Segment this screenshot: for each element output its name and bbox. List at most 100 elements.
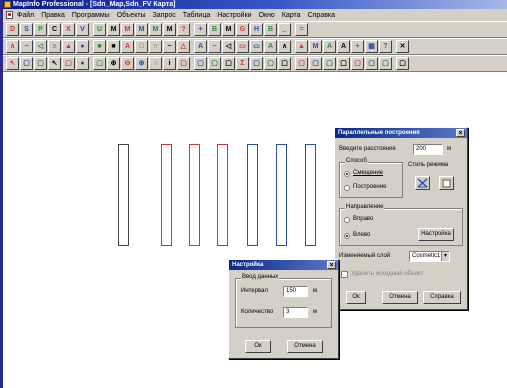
toolbar-button[interactable]: P (34, 23, 47, 36)
toolbar-button[interactable]: ⊕ (135, 57, 148, 70)
toolbar-button[interactable]: ↖ (48, 57, 61, 70)
toolbar-button[interactable]: ▢ (365, 57, 378, 70)
toolbar-button[interactable]: ● (76, 57, 89, 70)
map-rectangle[interactable] (189, 144, 200, 246)
toolbar-button[interactable]: ▢ (351, 57, 364, 70)
toolbar-button[interactable]: D (6, 23, 19, 36)
toolbar-button[interactable]: i (163, 57, 176, 70)
toolbar-button[interactable]: ▢ (323, 57, 336, 70)
toolbar-button[interactable]: A (337, 40, 350, 53)
toolbar-button[interactable]: ○ (149, 57, 162, 70)
interval-input[interactable]: 150 (283, 286, 308, 297)
count-input[interactable]: 3 (283, 307, 308, 318)
toolbar-button[interactable]: ~ (20, 40, 33, 53)
menu-window[interactable]: Окно (259, 12, 275, 19)
layer-select[interactable]: Cosmetic1 ▼ (409, 251, 450, 262)
construction-radio[interactable] (344, 185, 350, 191)
right-radio[interactable] (344, 217, 350, 223)
toolbar-button[interactable]: U (93, 23, 106, 36)
toolbar-button[interactable]: M (163, 23, 176, 36)
toolbar-button[interactable]: M (309, 40, 322, 53)
line-style-button[interactable] (415, 176, 430, 190)
menu-programs[interactable]: Программы (72, 12, 110, 19)
toolbar-button[interactable]: ▢ (194, 57, 207, 70)
offset-radio[interactable] (344, 171, 350, 177)
menu-table[interactable]: Таблица (183, 12, 210, 19)
toolbar-button[interactable]: □ (135, 40, 148, 53)
toolbar-button[interactable]: ▢ (93, 57, 106, 70)
toolbar-button[interactable]: ▢ (295, 57, 308, 70)
toolbar-button[interactable]: ▲ (295, 40, 308, 53)
toolbar-button[interactable]: = (295, 23, 308, 36)
toolbar-button[interactable]: ▲ (62, 40, 75, 53)
toolbar-button[interactable]: C (48, 23, 61, 36)
delete-source-checkbox[interactable] (341, 271, 348, 278)
toolbar-button[interactable]: A (323, 40, 336, 53)
toolbar-button[interactable]: ↖ (6, 57, 19, 70)
toolbar-button[interactable]: ~ (208, 40, 221, 53)
toolbar-button[interactable]: ▢ (379, 57, 392, 70)
toolbar-button[interactable]: ? (177, 23, 190, 36)
map-rectangle[interactable] (118, 144, 129, 246)
close-icon[interactable]: × (456, 129, 465, 137)
toolbar-button[interactable]: ▢ (309, 57, 322, 70)
toolbar-button[interactable]: X (62, 23, 75, 36)
toolbar-button[interactable]: ∧ (278, 40, 291, 53)
toolbar-button[interactable]: ? (379, 40, 392, 53)
toolbar-button[interactable]: ■ (93, 40, 106, 53)
toolbar-button[interactable]: ⊖ (121, 57, 134, 70)
direction-settings-button[interactable]: Настройка (418, 228, 454, 241)
toolbar-button[interactable]: ▢ (177, 57, 190, 70)
toolbar-button[interactable]: ▢ (222, 57, 235, 70)
chevron-down-icon[interactable]: ▼ (441, 252, 449, 261)
toolbar-button[interactable]: ▢ (34, 57, 47, 70)
map-rectangle[interactable] (217, 144, 228, 246)
map-rectangle[interactable] (276, 144, 287, 246)
toolbar-button[interactable]: ▢ (62, 57, 75, 70)
map-rectangle[interactable] (247, 144, 258, 246)
map-rectangle[interactable] (161, 144, 172, 246)
toolbar-button[interactable]: + (194, 23, 207, 36)
menu-map[interactable]: Карта (282, 12, 301, 19)
help-button[interactable]: Справка (423, 291, 461, 304)
toolbar-button[interactable]: A (121, 40, 134, 53)
toolbar-button[interactable]: ○ (48, 40, 61, 53)
toolbar-button[interactable]: _ (278, 23, 291, 36)
toolbar-button[interactable]: ~ (163, 40, 176, 53)
toolbar-button[interactable]: ▭ (236, 40, 249, 53)
toolbar-button[interactable]: S (20, 23, 33, 36)
cancel-button[interactable]: Отмена (382, 291, 418, 304)
toolbar-button[interactable]: M (149, 23, 162, 36)
toolbar-button[interactable]: G (236, 23, 249, 36)
toolbar-button[interactable]: ▢ (20, 57, 33, 70)
toolbar-button[interactable]: ▭ (250, 40, 263, 53)
region-style-button[interactable] (439, 176, 454, 190)
toolbar-button[interactable]: M (222, 23, 235, 36)
toolbar-button[interactable]: H (250, 23, 263, 36)
toolbar-button[interactable]: ◁ (34, 40, 47, 53)
toolbar-button[interactable]: M (107, 23, 120, 36)
toolbar-button[interactable]: ∧ (6, 40, 19, 53)
toolbar-button[interactable]: ∩ (149, 40, 162, 53)
toolbar-button[interactable]: ▢ (208, 57, 221, 70)
toolbar-button[interactable]: ▢ (264, 57, 277, 70)
settings-cancel-button[interactable]: Отмена (287, 340, 323, 353)
toolbar-button[interactable]: ▢ (250, 57, 263, 70)
menu-options[interactable]: Настройки (217, 12, 251, 19)
distance-input[interactable]: 200 (413, 144, 443, 155)
toolbar-button[interactable]: ▢ (396, 57, 409, 70)
toolbar-button[interactable]: V (76, 23, 89, 36)
map-rectangle[interactable] (305, 144, 316, 246)
menu-help[interactable]: Справка (308, 12, 335, 19)
toolbar-button[interactable]: ✕ (396, 40, 409, 53)
toolbar-button[interactable]: A (194, 40, 207, 53)
toolbar-button[interactable]: A (264, 40, 277, 53)
document-icon[interactable] (6, 11, 13, 19)
toolbar-button[interactable]: M (135, 23, 148, 36)
menu-edit[interactable]: Правка (41, 12, 65, 19)
menu-query[interactable]: Запрос (153, 12, 176, 19)
toolbar-button[interactable]: ■ (107, 40, 120, 53)
close-icon[interactable]: × (327, 261, 336, 269)
menu-file[interactable]: Файл (17, 12, 34, 19)
toolbar-button[interactable]: B (264, 23, 277, 36)
